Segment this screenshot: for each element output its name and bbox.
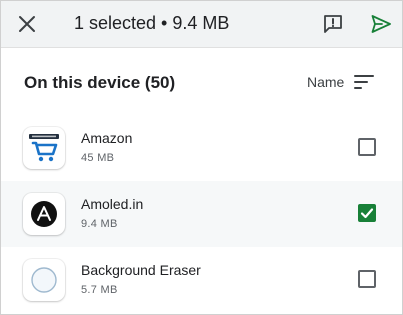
- amazon-app-icon: [23, 127, 65, 169]
- close-icon: [19, 16, 35, 32]
- app-size: 5.7 MB: [81, 284, 118, 296]
- section-title: On this device (50): [24, 73, 176, 92]
- feedback-button[interactable]: [319, 10, 347, 38]
- app-frame: 1 selected • 9.4 MB On this device (50) …: [0, 0, 403, 315]
- list-item-amazon[interactable]: Amazon 45 MB: [1, 115, 402, 181]
- selection-summary: 1 selected • 9.4 MB: [74, 13, 230, 33]
- amoled-app-icon: [23, 193, 65, 235]
- background-eraser-app-icon: [23, 259, 65, 301]
- section-header: On this device (50) Name: [1, 49, 402, 115]
- list-item-background-eraser[interactable]: Background Eraser 5.7 MB: [1, 247, 402, 313]
- select-checkbox[interactable]: [358, 270, 376, 288]
- app-name: Amazon: [81, 130, 133, 146]
- check-icon: [360, 208, 374, 219]
- app-name: Amoled.in: [81, 196, 144, 212]
- select-checkbox[interactable]: [358, 204, 376, 222]
- send-button[interactable]: [367, 10, 395, 38]
- select-checkbox[interactable]: [358, 138, 376, 156]
- sort-icon: [354, 75, 375, 89]
- send-icon: [371, 15, 391, 33]
- app-size: 9.4 MB: [81, 218, 118, 230]
- app-size: 45 MB: [81, 152, 115, 164]
- top-app-bar: 1 selected • 9.4 MB: [1, 1, 402, 48]
- list-item-amoled[interactable]: Amoled.in 9.4 MB: [1, 181, 402, 247]
- app-name: Background Eraser: [81, 262, 201, 278]
- sort-button[interactable]: Name: [307, 70, 375, 94]
- close-button[interactable]: [12, 9, 42, 39]
- sort-label: Name: [307, 74, 345, 90]
- feedback-icon: [324, 15, 342, 33]
